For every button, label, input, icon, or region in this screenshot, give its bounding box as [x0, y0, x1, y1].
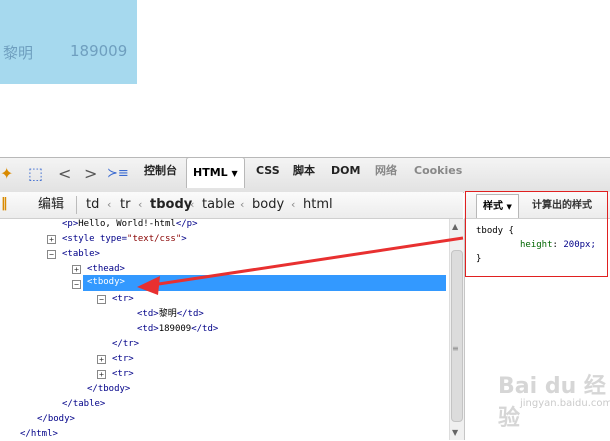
watermark-url: jingyan.baidu.com: [520, 398, 610, 409]
